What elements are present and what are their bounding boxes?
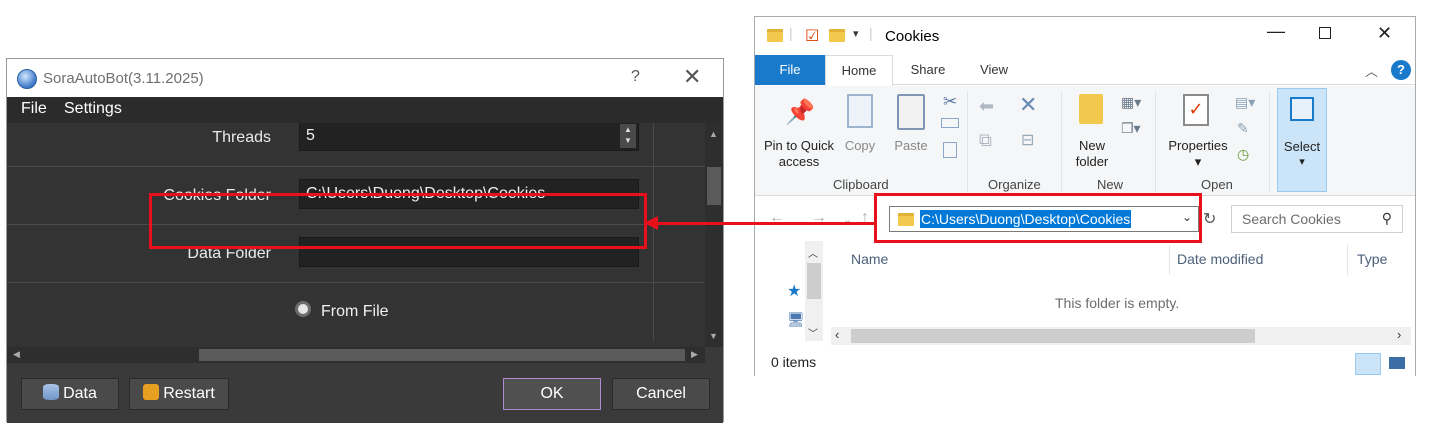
folder-icon bbox=[767, 29, 783, 42]
search-icon: ⚲ bbox=[1381, 210, 1392, 226]
select-dropdown-icon: ▾ bbox=[1299, 156, 1305, 168]
scroll-down-icon[interactable]: ▼ bbox=[709, 331, 718, 341]
paste-button[interactable]: Paste bbox=[891, 138, 931, 154]
file-list-hscrollbar[interactable]: ‹ › bbox=[831, 327, 1411, 345]
new-folder-icon bbox=[1079, 94, 1103, 124]
row-source: From File bbox=[7, 283, 705, 341]
details-view-icon[interactable] bbox=[1355, 353, 1381, 375]
copy-to-icon[interactable]: ⧉ bbox=[979, 130, 992, 151]
empty-folder-message: This folder is empty. bbox=[1055, 295, 1180, 311]
annotation-arrowhead bbox=[644, 216, 658, 230]
cancel-button[interactable]: Cancel bbox=[612, 378, 710, 410]
move-to-icon[interactable]: ⬅ bbox=[979, 96, 994, 117]
menu-file[interactable]: File bbox=[21, 100, 47, 118]
window-close-button[interactable]: ✕ bbox=[1377, 23, 1392, 44]
copy-button[interactable]: Copy bbox=[841, 138, 879, 154]
search-input[interactable]: Search Cookies ⚲ bbox=[1231, 205, 1403, 233]
ok-button[interactable]: OK bbox=[503, 378, 601, 410]
threads-spinbox[interactable]: 5 ▲ ▼ bbox=[299, 123, 639, 151]
file-list-area: ★ 🖥 ︿ ﹀ Name Date modified Type This fol… bbox=[755, 241, 1415, 349]
highlight-cookies-field bbox=[149, 193, 647, 249]
properties-button[interactable]: Properties ▾ bbox=[1163, 138, 1233, 170]
help-icon[interactable]: ? bbox=[1391, 60, 1411, 80]
scroll-left-icon[interactable]: ◀ bbox=[13, 349, 20, 360]
copy-path-icon[interactable] bbox=[941, 118, 959, 128]
minimize-button[interactable]: — bbox=[1267, 21, 1285, 42]
dialog-footer: Data Restart OK Cancel bbox=[7, 363, 723, 423]
spin-arrows-icon[interactable]: ▲ ▼ bbox=[620, 124, 636, 148]
column-type[interactable]: Type bbox=[1357, 251, 1387, 267]
data-button[interactable]: Data bbox=[21, 378, 119, 410]
history-icon[interactable]: ◷ bbox=[1237, 146, 1249, 163]
ribbon: 📌 Pin to Quick access Copy Paste ✂ Clipb… bbox=[755, 86, 1415, 196]
collapse-ribbon-icon[interactable]: ︿ bbox=[1365, 61, 1378, 80]
organize-group-label: Organize bbox=[988, 177, 1041, 192]
paste-shortcut-icon[interactable] bbox=[943, 142, 957, 158]
desktop-nav-icon[interactable]: 🖥 bbox=[787, 311, 805, 328]
new-folder-button[interactable]: New folder bbox=[1067, 138, 1117, 170]
column-name[interactable]: Name bbox=[851, 251, 888, 267]
scroll-right-icon[interactable]: ▶ bbox=[691, 349, 698, 360]
tab-view[interactable]: View bbox=[971, 55, 1017, 85]
rename-icon[interactable]: ⊟ bbox=[1021, 130, 1034, 150]
menu-bar: File Settings bbox=[7, 97, 723, 123]
app-icon bbox=[17, 69, 37, 89]
easy-access-icon[interactable]: ❐▾ bbox=[1121, 120, 1141, 137]
quick-access-star-icon[interactable]: ★ bbox=[787, 281, 801, 301]
restart-button[interactable]: Restart bbox=[129, 378, 229, 410]
nav-pane-scrollbar[interactable]: ︿ ﹀ bbox=[805, 241, 823, 341]
vertical-scrollbar[interactable]: ▲ ▼ bbox=[705, 123, 723, 347]
threads-label: Threads bbox=[212, 129, 271, 146]
copy-icon bbox=[847, 94, 873, 128]
scroll-thumb[interactable] bbox=[707, 167, 721, 205]
open-group-label: Open bbox=[1201, 177, 1233, 192]
scroll-up-icon[interactable]: ▲ bbox=[709, 129, 718, 139]
ribbon-tabs: File Home Share View ︿ ? bbox=[755, 55, 1415, 86]
open-icon[interactable]: ▤▾ bbox=[1235, 94, 1255, 111]
pin-quick-access-button[interactable]: Pin to Quick access bbox=[761, 138, 837, 170]
delete-icon[interactable]: ✕ bbox=[1019, 92, 1037, 118]
tab-share[interactable]: Share bbox=[903, 55, 953, 85]
from-file-radio[interactable] bbox=[295, 301, 311, 317]
menu-settings[interactable]: Settings bbox=[64, 100, 122, 118]
close-button[interactable]: ✕ bbox=[683, 64, 701, 90]
restart-icon bbox=[143, 384, 160, 400]
item-count: 0 items bbox=[771, 354, 817, 370]
refresh-icon[interactable]: ↻ bbox=[1203, 209, 1216, 229]
window-title: Cookies bbox=[885, 28, 940, 45]
explorer-titlebar: | ☑ ▾ | Cookies — ✕ bbox=[755, 17, 1415, 55]
new-item-icon[interactable]: ▦▾ bbox=[1121, 94, 1141, 111]
paste-icon bbox=[897, 94, 925, 130]
hscroll-thumb[interactable] bbox=[199, 349, 685, 361]
pin-icon: 📌 bbox=[785, 99, 815, 126]
horizontal-scrollbar[interactable]: ◀ ▶ bbox=[7, 347, 705, 363]
large-icons-view-icon[interactable] bbox=[1389, 357, 1405, 369]
properties-icon: ✓ bbox=[1183, 94, 1209, 126]
cut-icon[interactable]: ✂ bbox=[943, 92, 957, 112]
from-file-label[interactable]: From File bbox=[321, 303, 389, 321]
qa-dropdown-icon[interactable]: ▾ bbox=[853, 27, 859, 40]
column-date-modified[interactable]: Date modified bbox=[1177, 251, 1263, 267]
help-button[interactable]: ? bbox=[631, 68, 640, 86]
annotation-arrow bbox=[656, 222, 874, 225]
maximize-button[interactable] bbox=[1319, 27, 1331, 39]
new-folder-qa-icon[interactable] bbox=[829, 29, 845, 42]
select-icon bbox=[1290, 97, 1314, 121]
select-button[interactable]: Select ▾ bbox=[1277, 88, 1327, 192]
tab-home[interactable]: Home bbox=[825, 55, 893, 86]
status-bar: 0 items bbox=[755, 349, 1415, 377]
edit-icon[interactable]: ✎ bbox=[1237, 120, 1249, 137]
dialog-title: SoraAutoBot(3.11.2025) bbox=[43, 70, 204, 87]
clipboard-group-label: Clipboard bbox=[833, 177, 889, 192]
tab-file[interactable]: File bbox=[755, 55, 825, 85]
highlight-address-bar bbox=[874, 193, 1202, 243]
row-threads: Threads 5 ▲ ▼ bbox=[7, 123, 705, 167]
database-icon bbox=[43, 384, 60, 400]
dialog-titlebar: SoraAutoBot(3.11.2025) ? ✕ bbox=[7, 59, 723, 97]
new-group-label: New bbox=[1097, 177, 1124, 192]
properties-qa-icon[interactable]: ☑ bbox=[805, 26, 819, 46]
